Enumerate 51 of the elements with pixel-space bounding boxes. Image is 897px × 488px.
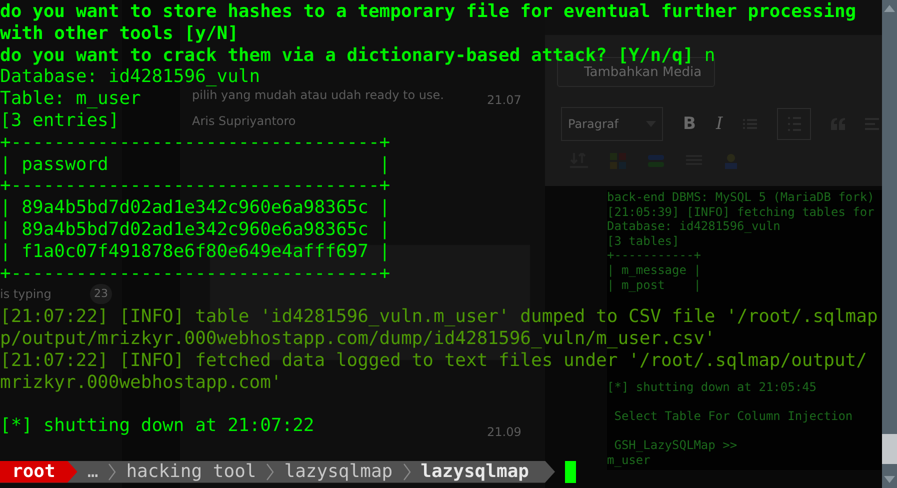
user-icon[interactable] bbox=[724, 153, 738, 169]
terminal-line: [21:07:22] [INFO] table 'id4281596_vuln.m_user' dumped to CSV file '/root/.sqlmap bbox=[0, 306, 878, 328]
terminal-line: +----------------------------------+ bbox=[0, 175, 390, 196]
terminal-line: | m_message | bbox=[607, 262, 702, 278]
scroll-up-icon[interactable] bbox=[884, 5, 895, 12]
message-time: 21.07 bbox=[487, 93, 522, 107]
terminal-line: [*] shutting down at 21:05:45 bbox=[607, 380, 818, 394]
chevron-icon bbox=[402, 462, 411, 481]
sender-name: Aris Supriyantoro bbox=[192, 114, 296, 128]
terminal-line: | password | bbox=[0, 154, 390, 175]
terminal-line: +----------------------------------+ bbox=[0, 262, 390, 284]
cursor bbox=[565, 460, 576, 483]
bars-icon[interactable] bbox=[648, 155, 664, 167]
terminal-line: | 89a4b5bd7d02ad1e342c960e6a98365c | bbox=[0, 218, 390, 240]
path-label: lazysqlmap bbox=[420, 460, 530, 483]
terminal-line: | m_post | bbox=[607, 278, 702, 292]
format-button[interactable]: I bbox=[716, 114, 723, 134]
path-label: … bbox=[86, 460, 100, 483]
terminal-line: m_user bbox=[607, 452, 652, 468]
terminal-line: Select Table For Column Injection bbox=[613, 408, 854, 424]
scrollbar[interactable] bbox=[882, 0, 897, 488]
terminal-line: | 89a4b5bd7d02ad1e342c960e6a98365c | bbox=[0, 197, 390, 218]
username-label: root bbox=[0, 460, 78, 483]
terminal-line: back-end DBMS: MySQL 5 (MariaDB fork) bbox=[607, 190, 876, 205]
terminal-line: p/output/mrizkyr.000webhostapp.com/dump/id4281596_vuln/m_user.csv' bbox=[0, 328, 716, 349]
terminal-line: +-----------+ bbox=[607, 248, 702, 263]
typing-status: is typing bbox=[0, 287, 52, 301]
paragraph-select[interactable]: Paragraf bbox=[561, 107, 663, 141]
terminal-line: GSH_LazySQLMap >> bbox=[613, 438, 738, 453]
terminal-line: mrizkyr.000webhostapp.com' bbox=[0, 372, 282, 393]
chat-message: pilih yang mudah atau udah ready to use. bbox=[192, 88, 444, 102]
scroll-down-icon[interactable] bbox=[884, 476, 895, 483]
terminal-line: with other tools [y/N] bbox=[0, 22, 238, 44]
scroll-thumb[interactable] bbox=[882, 434, 897, 464]
terminal-line: do you want to store hashes to a temporary file for eventual further processing bbox=[0, 1, 856, 22]
terminal-line: | f1a0c07f491878e6f80e649e4afff697 | bbox=[0, 240, 390, 262]
terminal-line: [21:05:39] [INFO] fetching tables for bbox=[607, 204, 876, 220]
chevron-icon bbox=[266, 462, 274, 481]
chevron-icon bbox=[108, 462, 116, 481]
format-button[interactable]: B bbox=[683, 114, 696, 134]
terminal-line: [21:07:22] [INFO] fetched data logged to text files under '/root/.sqlmap/output/ bbox=[0, 350, 867, 371]
terminal-line: [3 entries] bbox=[0, 110, 120, 131]
terminal-line: Database: id4281596_vuln bbox=[0, 66, 260, 88]
terminal-line: [*] shutting down at 21:07:22 bbox=[0, 415, 314, 436]
path-label: hacking tool bbox=[125, 460, 258, 483]
message-time: 21.09 bbox=[487, 425, 522, 439]
path-label: lazysqlmap bbox=[283, 460, 394, 483]
terminal-line: [3 tables] bbox=[607, 234, 680, 248]
terminal-line: +----------------------------------+ bbox=[0, 132, 390, 153]
terminal-line: Table: m_user bbox=[0, 88, 141, 110]
terminal-line: Database: id4281596_vuln bbox=[607, 219, 782, 234]
